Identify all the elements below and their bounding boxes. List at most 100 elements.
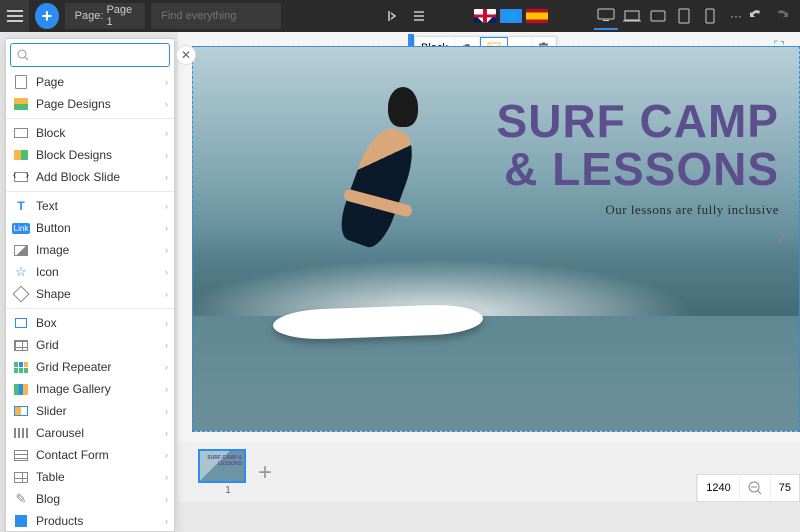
insert-page[interactable]: Page›: [6, 71, 174, 93]
chevron-right-icon: ›: [165, 201, 168, 211]
slider-icon: [12, 403, 30, 419]
chevron-right-icon: ›: [165, 494, 168, 504]
icon-icon: ☆: [12, 264, 30, 280]
page-icon: [12, 74, 30, 90]
table-icon: [12, 469, 30, 485]
thumbnail-caption: SURF CAMP & LESSONS: [200, 455, 242, 467]
insert-grid-repeater[interactable]: Grid Repeater›: [6, 356, 174, 378]
align-tool-button[interactable]: [381, 2, 406, 30]
chevron-right-icon: ›: [165, 340, 168, 350]
insert-item-label: Block: [36, 126, 165, 140]
insert-panel: ✕ Page›Page Designs›Block›Block Designs›…: [5, 38, 175, 532]
insert-item-label: Carousel: [36, 426, 165, 440]
insert-page-designs[interactable]: Page Designs›: [6, 93, 174, 115]
insert-image[interactable]: Image›: [6, 239, 174, 261]
insert-item-label: Page Designs: [36, 97, 165, 111]
flag-es-icon[interactable]: [526, 9, 548, 23]
panel-search-input[interactable]: [10, 43, 170, 67]
page-selector[interactable]: Page: Page 1: [65, 3, 146, 29]
insert-add-block-slide[interactable]: Add Block Slide›: [6, 166, 174, 188]
text-icon: T: [12, 198, 30, 214]
chevron-right-icon: ›: [165, 223, 168, 233]
insert-item-label: Button: [36, 221, 165, 235]
device-laptop-button[interactable]: [620, 2, 644, 30]
canvas-height[interactable]: 75: [770, 475, 799, 501]
insert-block[interactable]: Block›: [6, 122, 174, 144]
add-page-button[interactable]: +: [258, 459, 284, 485]
global-search-input[interactable]: [151, 3, 281, 29]
blog-icon: ✎: [12, 491, 30, 507]
page-prefix: Page:: [75, 10, 104, 22]
insert-slider[interactable]: Slider›: [6, 400, 174, 422]
insert-item-label: Box: [36, 316, 165, 330]
chevron-right-icon: ›: [165, 128, 168, 138]
insert-item-label: Table: [36, 470, 165, 484]
flag-uk-icon[interactable]: [474, 9, 496, 23]
page-name: Page 1: [106, 4, 135, 28]
image-gallery-icon: [12, 381, 30, 397]
insert-icon[interactable]: ☆Icon›: [6, 261, 174, 283]
chevron-right-icon: ›: [165, 267, 168, 277]
hero-subtitle: Our lessons are fully inclusive: [497, 202, 779, 218]
insert-item-label: Image: [36, 243, 165, 257]
main-menu-button[interactable]: [0, 0, 29, 32]
products-icon: [12, 513, 30, 529]
device-tablet-landscape-button[interactable]: [646, 2, 670, 30]
insert-carousel[interactable]: Carousel›: [6, 422, 174, 444]
add-button[interactable]: +: [35, 3, 59, 29]
block-icon: [12, 125, 30, 141]
insert-item-label: Page: [36, 75, 165, 89]
device-desktop-button[interactable]: [594, 2, 618, 30]
block-slide-icon: [12, 169, 30, 185]
device-more-button[interactable]: ···: [724, 2, 748, 30]
insert-item-label: Blog: [36, 492, 165, 506]
slide-next-button[interactable]: ›: [777, 219, 797, 259]
hero-text-group[interactable]: SURF CAMP & LESSONS Our lessons are full…: [497, 97, 779, 218]
insert-block-designs[interactable]: Block Designs›: [6, 144, 174, 166]
insert-blog[interactable]: ✎ Blog›: [6, 488, 174, 510]
button-icon: Link: [12, 220, 30, 236]
hero-title-line2: & LESSONS: [497, 145, 779, 193]
insert-item-label: Block Designs: [36, 148, 165, 162]
redo-button[interactable]: [774, 8, 790, 25]
box-icon: [12, 315, 30, 331]
chevron-right-icon: ›: [165, 472, 168, 482]
insert-button[interactable]: Link Button›: [6, 217, 174, 239]
insert-item-label: Slider: [36, 404, 165, 418]
undo-button[interactable]: [748, 8, 764, 25]
hero-block[interactable]: SURF CAMP & LESSONS Our lessons are full…: [192, 46, 800, 432]
insert-text[interactable]: T Text›: [6, 195, 174, 217]
page-strip: SURF CAMP & LESSONS 1 + 1240 75: [178, 442, 800, 502]
insert-item-label: Text: [36, 199, 165, 213]
hero-title-line1: SURF CAMP: [497, 97, 779, 145]
editor-canvas: Block ··· + i ▣ ⛶ SURF CAMP & LESSONS Ou…: [178, 32, 800, 442]
carousel-icon: [12, 425, 30, 441]
chevron-right-icon: ›: [165, 450, 168, 460]
chevron-right-icon: ›: [165, 172, 168, 182]
insert-image-gallery[interactable]: Image Gallery›: [6, 378, 174, 400]
contact-form-icon: [12, 447, 30, 463]
insert-item-label: Shape: [36, 287, 165, 301]
page-thumbnail[interactable]: SURF CAMP & LESSONS: [198, 449, 246, 483]
chevron-right-icon: ›: [165, 150, 168, 160]
shape-icon: [12, 286, 30, 302]
hamburger-icon: [7, 10, 23, 22]
canvas-width[interactable]: 1240: [697, 475, 738, 501]
insert-item-label: Products: [36, 514, 165, 528]
zoom-out-button[interactable]: [739, 475, 770, 501]
insert-table[interactable]: Table›: [6, 466, 174, 488]
insert-item-label: Grid Repeater: [36, 360, 165, 374]
chevron-right-icon: ›: [165, 362, 168, 372]
list-tool-button[interactable]: [406, 2, 431, 30]
device-tablet-portrait-button[interactable]: [672, 2, 696, 30]
insert-contact-form[interactable]: Contact Form›: [6, 444, 174, 466]
chevron-right-icon: ›: [165, 384, 168, 394]
insert-shape[interactable]: Shape›: [6, 283, 174, 305]
insert-products[interactable]: Products›: [6, 510, 174, 531]
flag-globe-icon[interactable]: 🌐: [500, 9, 522, 23]
device-phone-button[interactable]: [698, 2, 722, 30]
panel-close-button[interactable]: ✕: [176, 45, 196, 65]
insert-grid[interactable]: Grid›: [6, 334, 174, 356]
insert-box[interactable]: Box›: [6, 312, 174, 334]
chevron-right-icon: ›: [165, 516, 168, 526]
